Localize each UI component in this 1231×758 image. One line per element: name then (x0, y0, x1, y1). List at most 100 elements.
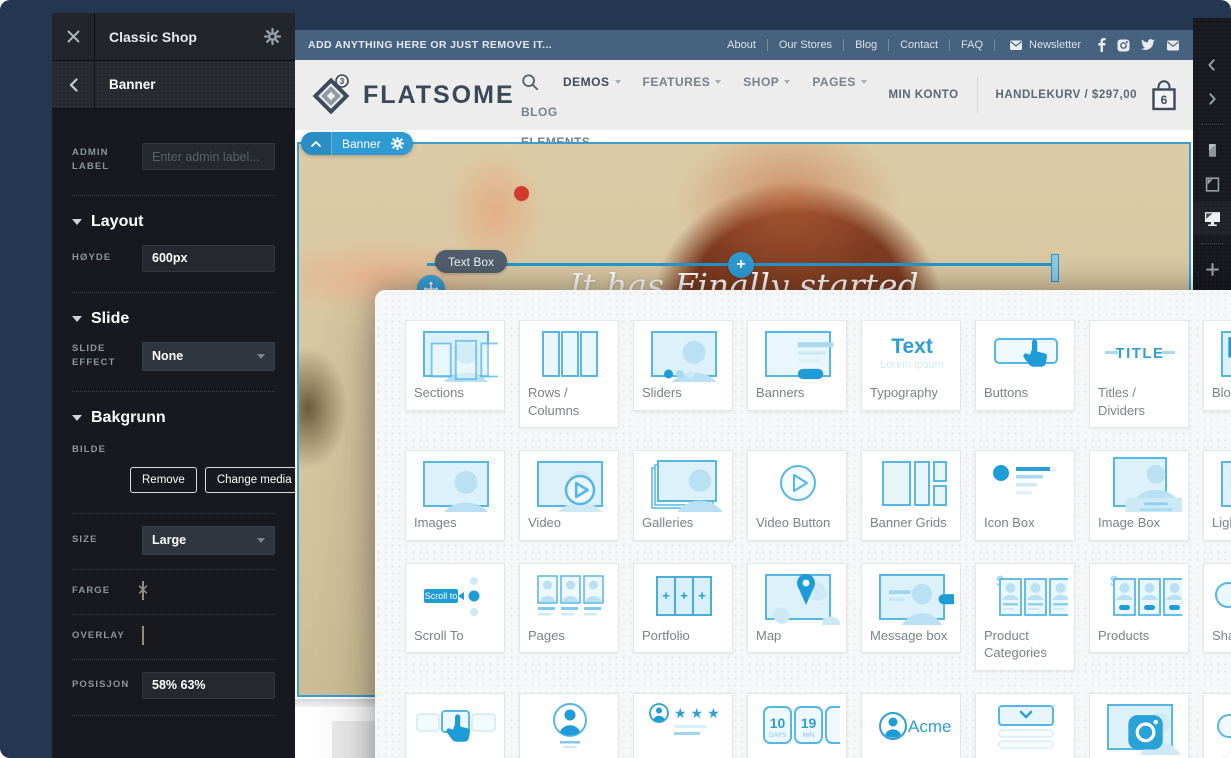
divider (72, 715, 275, 716)
topbar-link-faq[interactable]: FAQ (950, 39, 994, 51)
hoyde-row: HØYDE (72, 245, 275, 272)
farge-label: FARGE (72, 584, 142, 598)
element-tile-message-box[interactable]: Message box (861, 563, 961, 654)
site-header: 3 FLATSOME DEMOSFEATURESSHOPPAGESBLOGELE… (295, 60, 1193, 130)
nav-item-blog[interactable]: BLOG (521, 97, 558, 127)
toolbar-chevron-right-button[interactable] (1193, 82, 1231, 116)
nav-item-label: PAGES (812, 67, 856, 97)
email-icon[interactable] (1166, 40, 1180, 51)
element-tile-portfolio[interactable]: +++Portfolio (633, 563, 733, 654)
divider (1201, 124, 1223, 125)
element-tile-rows-columns[interactable]: Rows / Columns (519, 320, 619, 428)
collapse-button[interactable] (301, 132, 332, 155)
element-tile-tabs[interactable]: Tabs (405, 693, 505, 758)
toolbar-chevron-left-button[interactable] (1193, 48, 1231, 82)
element-tile-banner-grids[interactable]: Banner Grids (861, 450, 961, 541)
element-tile-titles-dividers[interactable]: TITLETitles / Dividers (1089, 320, 1189, 428)
twitter-icon[interactable] (1141, 39, 1155, 51)
banner-element-badge[interactable]: Banner (301, 132, 413, 155)
account-link[interactable]: MIN KONTO (870, 89, 976, 101)
element-tile-accordion[interactable]: Accordion (975, 693, 1075, 758)
element-tile-product-categories[interactable]: $Product Categories (975, 563, 1075, 671)
element-tile-label: Buttons (984, 384, 1066, 402)
slide-effect-row: SLIDE EFFECT None (72, 342, 275, 371)
topbar-link-our-stores[interactable]: Our Stores (768, 39, 843, 51)
element-badge-label[interactable]: Banner (332, 137, 389, 151)
chevron-down-icon (257, 354, 265, 359)
facebook-icon[interactable] (1097, 38, 1106, 52)
newsletter-link[interactable]: Newsletter (995, 39, 1093, 51)
overlay-swatch-empty[interactable] (142, 626, 144, 645)
height-input[interactable] (142, 245, 275, 272)
element-tile-map[interactable]: Map (747, 563, 847, 654)
toolbar-desktop-button[interactable] (1193, 201, 1231, 235)
nav-item-features[interactable]: FEATURES (643, 67, 722, 97)
element-tile-video[interactable]: Video (519, 450, 619, 541)
position-input[interactable] (142, 672, 275, 699)
close-icon (67, 30, 80, 43)
element-tile-video-button[interactable]: Video Button (747, 450, 847, 541)
settings-panel: Classic Shop Banner ADMIN LABEL Layout H… (52, 13, 295, 758)
admin-label-input[interactable] (142, 143, 275, 170)
element-tile-banners[interactable]: Banners (747, 320, 847, 411)
section-layout[interactable]: Layout (72, 213, 275, 231)
nav-item-pages[interactable]: PAGES (812, 67, 867, 97)
posisjon-row: POSISJON (72, 672, 275, 699)
element-tile-image-box[interactable]: Image Box (1089, 450, 1189, 541)
element-tile-sections[interactable]: Sections (405, 320, 505, 411)
element-tile-blog-posts[interactable]: Blog posts (1203, 320, 1231, 411)
chevron-down-icon (615, 80, 621, 84)
topbar-link-blog[interactable]: Blog (844, 39, 888, 51)
element-tile-typography[interactable]: TextLorem ipsumTypography (861, 320, 961, 411)
toolbar-plus-button[interactable] (1193, 252, 1231, 286)
element-tile-sliders[interactable]: Sliders (633, 320, 733, 411)
section-bakgrunn[interactable]: Bakgrunn (72, 409, 275, 427)
section-slide[interactable]: Slide (72, 310, 275, 328)
nav-item-demos[interactable]: DEMOS (563, 67, 621, 97)
element-tile-logo[interactable]: AcmeLogo (861, 693, 961, 758)
desktop-icon (1202, 209, 1223, 228)
size-select[interactable]: Large (142, 526, 275, 555)
element-tile-buttons[interactable]: Buttons (975, 320, 1075, 411)
cart-bag-icon[interactable]: 6 (1149, 79, 1179, 112)
builder-settings-button[interactable] (264, 28, 295, 45)
element-tile-instagram-feed[interactable]: Instagram feed (1089, 693, 1189, 758)
site-logo[interactable]: 3 FLATSOME (311, 72, 515, 118)
color-swatch-empty[interactable] (142, 581, 144, 600)
element-tile-pages[interactable]: Pages (519, 563, 619, 654)
search-icon[interactable] (521, 73, 539, 91)
banners-icon (756, 326, 838, 382)
titles-dividers-icon: TITLE (1098, 326, 1180, 382)
slide-effect-value: None (152, 349, 183, 363)
topbar-link-contact[interactable]: Contact (889, 39, 949, 51)
element-tile-label: Portfolio (642, 627, 724, 645)
element-tile-label: Rows / Columns (528, 384, 610, 419)
element-tile-team-member[interactable]: Team Member (519, 693, 619, 758)
topbar-link-about[interactable]: About (716, 39, 767, 51)
element-tile-lightbox[interactable]: Lightbox (1203, 450, 1231, 541)
element-tile-icon-box[interactable]: Icon Box (975, 450, 1075, 541)
nav-item-label: BLOG (521, 97, 558, 127)
element-tile-search[interactable]: Search (1203, 693, 1231, 758)
toolbar-mobile-button[interactable] (1193, 133, 1231, 167)
close-builder-button[interactable] (52, 13, 95, 60)
element-settings-button[interactable] (389, 137, 413, 150)
countdown-icon: 10DAYS19MIN (756, 699, 838, 755)
element-tile-testimonials[interactable]: ★★★Testimonials (633, 693, 733, 758)
element-tile-countdown[interactable]: 10DAYS19MINCountdown (747, 693, 847, 758)
element-tile-label: Share icons (1212, 627, 1231, 645)
element-tile-scroll-to[interactable]: Scroll toScroll To (405, 563, 505, 654)
change-media-button[interactable]: Change media (205, 467, 304, 493)
slide-effect-select[interactable]: None (142, 342, 275, 371)
remove-button[interactable]: Remove (130, 467, 197, 493)
cart-link[interactable]: HANDLEKURV / $297,00 (978, 89, 1149, 101)
back-button[interactable] (52, 61, 95, 108)
element-tile-products[interactable]: $Products (1089, 563, 1189, 654)
instagram-icon[interactable] (1117, 39, 1130, 52)
section-slide-title: Slide (91, 310, 129, 328)
toolbar-tablet-button[interactable] (1193, 167, 1231, 201)
element-tile-share-icons[interactable]: Share icons (1203, 563, 1231, 654)
element-tile-galleries[interactable]: Galleries (633, 450, 733, 541)
nav-item-shop[interactable]: SHOP (743, 67, 790, 97)
element-tile-images[interactable]: Images (405, 450, 505, 541)
